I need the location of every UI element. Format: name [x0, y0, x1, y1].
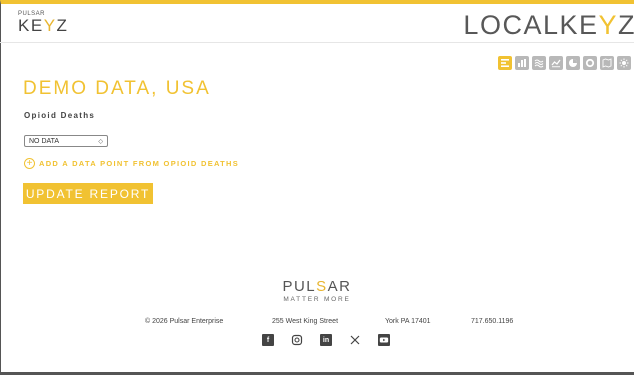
chart-type-toolbar: [498, 56, 631, 70]
dataset-subtitle: Opioid Deaths: [24, 111, 96, 120]
pulsar-keyz-logo[interactable]: PULSAR KEYZ: [18, 11, 68, 35]
data-point-select[interactable]: NO DATA ◇: [24, 135, 108, 147]
map-icon[interactable]: [600, 56, 614, 70]
footer-tagline: MATTER MORE: [283, 296, 351, 303]
localkeyz-logo[interactable]: LOCALKEYZ: [463, 10, 634, 40]
chevron-updown-icon: ◇: [98, 138, 103, 145]
linkedin-icon[interactable]: in: [320, 334, 332, 346]
select-value: NO DATA: [29, 137, 60, 145]
youtube-icon[interactable]: [378, 334, 390, 346]
add-data-point-label: ADD A DATA POINT FROM OPIOID DEATHS: [39, 159, 240, 168]
footer-street: 255 West King Street: [272, 318, 339, 325]
social-links: f in: [262, 334, 390, 346]
plus-circle-icon: +: [24, 158, 35, 169]
stacked-lines-icon[interactable]: [532, 56, 546, 70]
logo-keyz-text: KEYZ: [18, 16, 69, 35]
pie-chart-icon[interactable]: [566, 56, 580, 70]
footer-city[interactable]: York PA 17401: [385, 318, 431, 325]
add-data-point-link[interactable]: + ADD A DATA POINT FROM OPIOID DEATHS: [24, 158, 239, 169]
line-chart-icon[interactable]: [549, 56, 563, 70]
x-icon[interactable]: [349, 334, 361, 346]
footer-copyright: © 2026 Pulsar Enterprise: [145, 318, 224, 325]
header: PULSAR KEYZ LOCALKEYZ: [0, 4, 634, 43]
instagram-icon[interactable]: [291, 334, 303, 346]
update-report-button[interactable]: UPDATE REPORT: [23, 183, 153, 204]
footer-pulsar-logo[interactable]: PULSAR MATTER MORE: [0, 279, 634, 304]
page-title: DEMO DATA, USA: [23, 78, 211, 99]
settings-icon[interactable]: [617, 56, 631, 70]
facebook-icon[interactable]: f: [262, 334, 274, 346]
bar-chart-icon[interactable]: [515, 56, 529, 70]
footer-phone[interactable]: 717.650.1196: [471, 318, 513, 325]
donut-chart-icon[interactable]: [583, 56, 597, 70]
report-list-icon[interactable]: [498, 56, 512, 70]
